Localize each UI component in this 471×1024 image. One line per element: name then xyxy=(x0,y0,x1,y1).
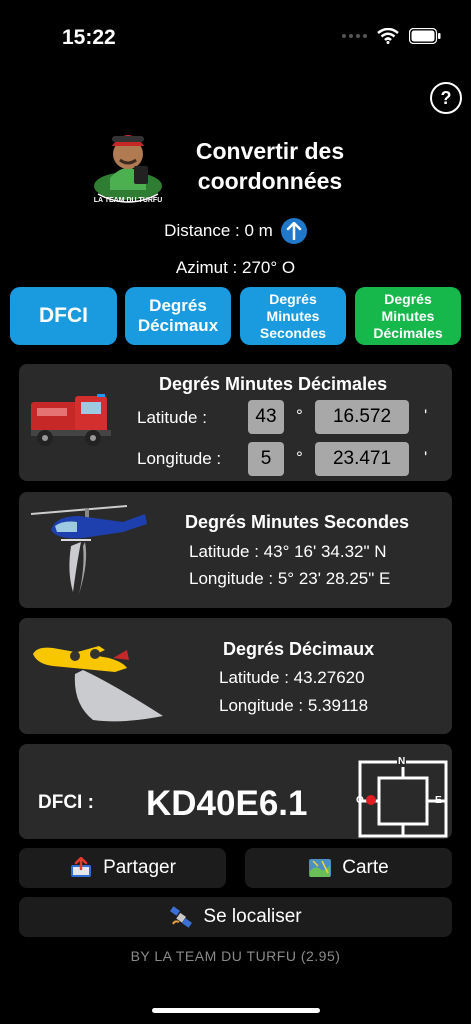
mode-button-label: Degrés Minutes Décimales xyxy=(373,290,443,341)
page-title: Convertir des coordonnées xyxy=(175,136,365,196)
satellite-icon xyxy=(170,906,193,928)
dd-longitude: Longitude : 5.39118 xyxy=(219,696,369,715)
dfci-label: DFCI : xyxy=(38,792,94,813)
dd-card: Degrés Décimaux Latitude : 43.27620 Long… xyxy=(19,618,452,734)
svg-text:LA TEAM DU TURFU: LA TEAM DU TURFU xyxy=(94,197,163,204)
compass-north-label: N xyxy=(397,756,407,767)
share-button[interactable]: Partager xyxy=(19,848,226,888)
fire-truck-icon xyxy=(31,394,111,446)
dmd-card: Degrés Minutes Décimales Latitude : 43 °… xyxy=(19,364,452,481)
map-label: Carte xyxy=(342,857,389,878)
compass-west-label: O xyxy=(356,795,364,806)
dfci-compass-grid: N O E xyxy=(356,756,449,838)
minute-symbol: ' xyxy=(424,406,428,425)
help-button[interactable]: ? xyxy=(430,82,462,114)
dmd-longitude-degrees-input[interactable]: 5 xyxy=(248,442,284,476)
share-label: Partager xyxy=(103,857,176,878)
arrow-up-icon xyxy=(280,218,307,244)
minute-symbol: ' xyxy=(424,448,428,467)
mode-button-dmd[interactable]: Degrés Minutes Décimales xyxy=(355,287,461,345)
distance-row: Distance : 0 m xyxy=(0,218,471,244)
water-bomber-plane-icon xyxy=(33,646,163,722)
mode-button-dms[interactable]: Degrés Minutes Secondes xyxy=(240,287,346,345)
dms-latitude: Latitude : 43° 16' 34.32" N xyxy=(189,542,387,561)
dmd-longitude-label: Longitude : xyxy=(137,449,222,468)
mode-button-label: Degrés Minutes Secondes xyxy=(259,290,327,341)
mode-button-degres-decimaux[interactable]: Degrés Décimaux xyxy=(125,287,231,345)
degree-symbol: ° xyxy=(296,406,303,425)
locate-label: Se localiser xyxy=(203,906,302,927)
dmd-longitude-minutes-input[interactable]: 23.471 xyxy=(315,442,409,476)
title-line-1: Convertir des xyxy=(195,138,345,164)
dd-latitude: Latitude : 43.27620 xyxy=(219,668,365,687)
dfci-card: DFCI : KD40E6.1 N O E xyxy=(19,744,452,839)
degree-symbol: ° xyxy=(296,448,303,467)
locate-button[interactable]: Se localiser xyxy=(19,897,452,937)
dms-title: Degrés Minutes Secondes xyxy=(185,512,410,532)
cellular-signal-icon xyxy=(342,34,367,38)
dmd-latitude-minutes-input[interactable]: 16.572 xyxy=(315,400,409,434)
map-button[interactable]: Carte xyxy=(245,848,452,888)
dfci-code: KD40E6.1 xyxy=(146,784,308,823)
mode-button-dfci[interactable]: DFCI xyxy=(10,287,117,345)
app-logo: LA TEAM DU TURFU xyxy=(88,118,168,208)
mode-button-label: DFCI xyxy=(39,304,88,327)
compass-east-label: E xyxy=(435,795,442,806)
dmd-latitude-label: Latitude : xyxy=(137,408,207,427)
footer-credits: BY LA TEAM DU TURFU (2.95) xyxy=(130,948,341,964)
share-icon xyxy=(71,857,92,877)
home-indicator[interactable] xyxy=(152,1008,320,1013)
dd-title: Degrés Décimaux xyxy=(223,639,375,659)
title-line-2: coordonnées xyxy=(197,168,343,194)
dms-card: Degrés Minutes Secondes Latitude : 43° 1… xyxy=(19,492,452,608)
dmd-title: Degrés Minutes Décimales xyxy=(159,374,388,394)
mode-button-label: Degrés Décimaux xyxy=(137,296,219,335)
helicopter-icon xyxy=(30,505,147,594)
dms-longitude: Longitude : 5° 23' 28.25" E xyxy=(189,569,391,588)
azimut-text: Azimut : 270° O xyxy=(175,258,296,277)
distance-text: Distance : 0 m xyxy=(164,221,273,240)
battery-icon xyxy=(409,28,441,44)
dmd-latitude-degrees-input[interactable]: 43 xyxy=(248,400,284,434)
status-icons xyxy=(342,28,441,44)
wifi-icon xyxy=(377,28,399,44)
map-icon xyxy=(309,859,332,877)
status-time: 15:22 xyxy=(62,26,116,49)
